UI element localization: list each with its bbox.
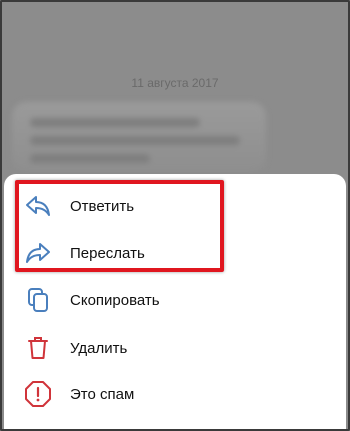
menu-item-spam[interactable]: Это спам xyxy=(4,371,346,417)
spam-warning-icon xyxy=(24,380,52,408)
menu-item-copy[interactable]: Скопировать xyxy=(4,277,346,323)
date-separator: 11 августа 2017 xyxy=(131,76,219,90)
menu-label-spam: Это спам xyxy=(70,385,135,403)
menu-item-delete[interactable]: Удалить xyxy=(4,325,346,371)
menu-label-copy: Скопировать xyxy=(70,291,160,309)
screen-frame: 11 августа 2017 Ответить Переслать Скопи… xyxy=(0,0,350,431)
trash-icon xyxy=(24,334,52,362)
menu-label-delete: Удалить xyxy=(70,339,128,357)
blurred-message-bubble xyxy=(12,102,266,172)
copy-icon xyxy=(24,286,52,314)
highlight-annotation-box xyxy=(15,180,224,272)
